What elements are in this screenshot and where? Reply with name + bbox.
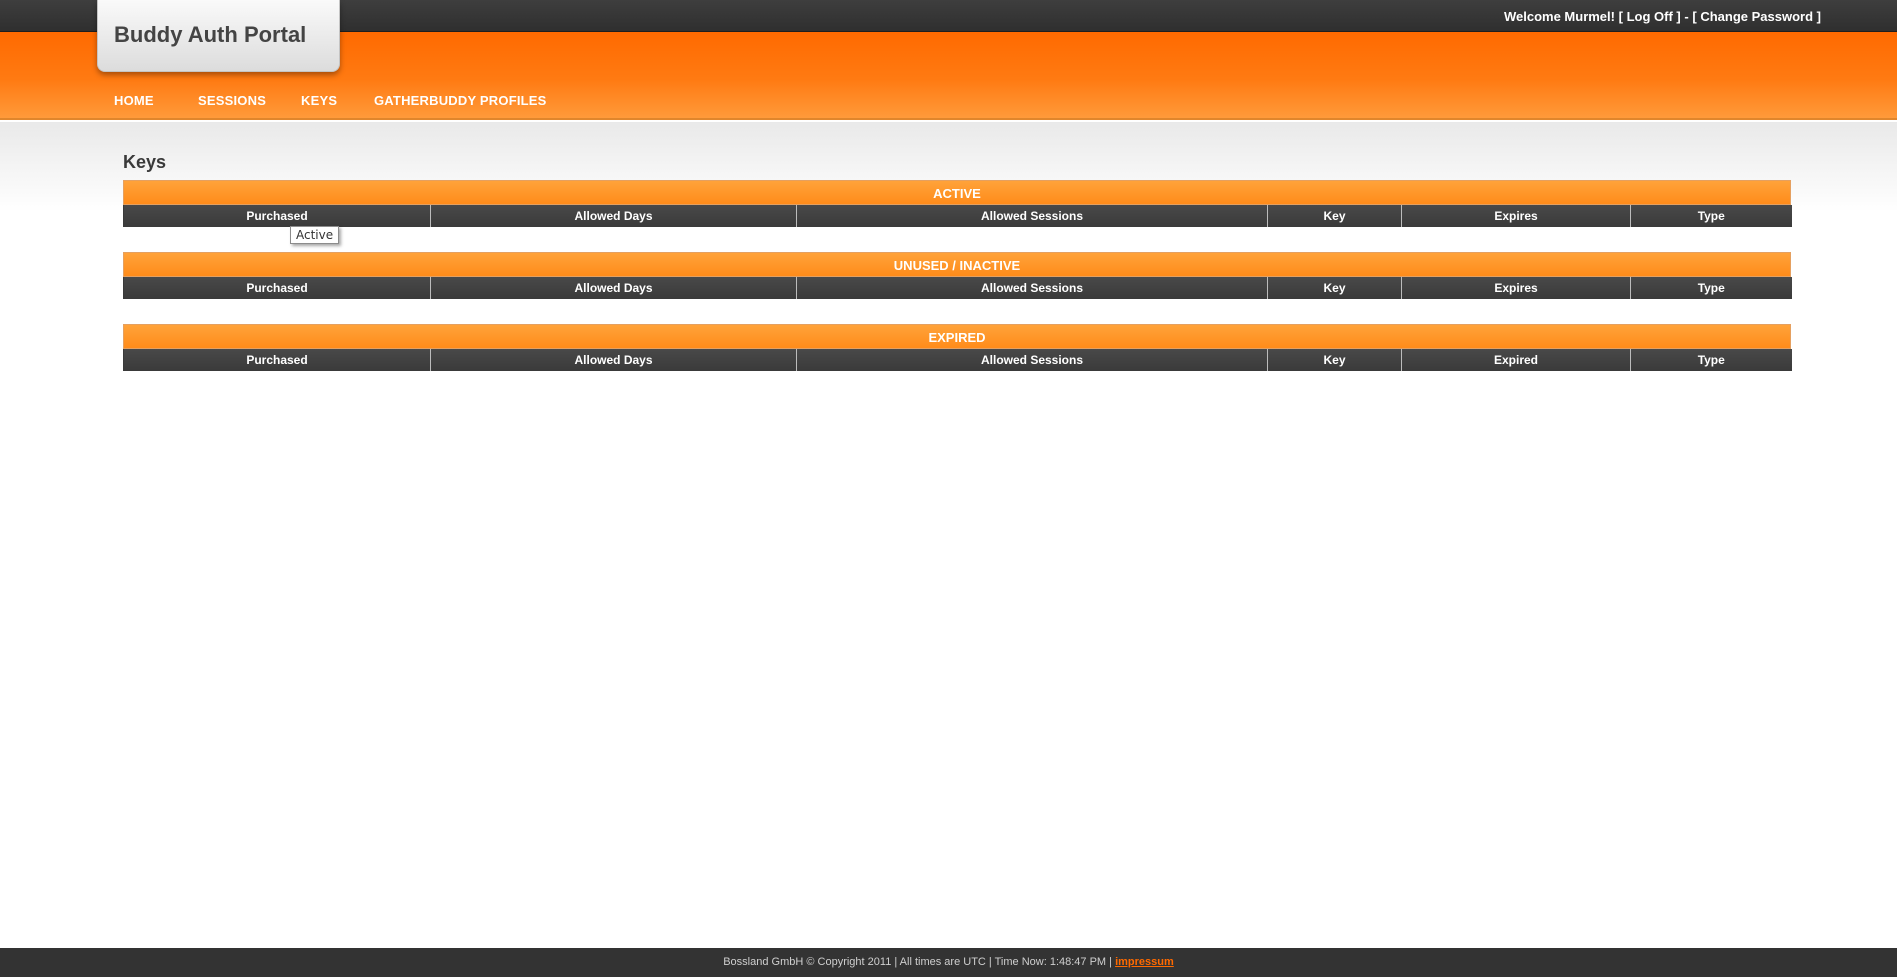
logo-tab[interactable]: Buddy Auth Portal — [97, 0, 340, 72]
column-header-expires[interactable]: Expires — [1401, 277, 1631, 299]
column-header-key[interactable]: Key — [1267, 205, 1402, 227]
page-title: Keys — [123, 152, 167, 172]
column-header-expired[interactable]: Expired — [1401, 349, 1631, 371]
table-header-row: Purchased Allowed Days Allowed Sessions … — [123, 277, 1792, 299]
welcome-text: Welcome Murmel! — [1503, 9, 1615, 24]
change-password-bracket-close: ] — [1816, 9, 1821, 24]
page: Welcome Murmel! [ Log Off ] - [ Change P… — [0, 0, 1897, 977]
column-header-expires[interactable]: Expires — [1401, 205, 1631, 227]
main-content: Keys ACTIVE Purchased Allowed Days Allow… — [123, 150, 1792, 396]
expired-keys-table: Purchased Allowed Days Allowed Sessions … — [123, 349, 1792, 371]
app-title: Buddy Auth Portal — [114, 22, 307, 47]
nav-gatherbuddy-profiles[interactable]: GATHERBUDDY PROFILES — [374, 93, 547, 111]
log-off-bracket-close: ] — [1676, 9, 1681, 24]
section-title-unused: UNUSED / INACTIVE — [123, 252, 1791, 277]
column-header-purchased[interactable]: Purchased — [123, 349, 431, 371]
impressum-link[interactable]: impressum — [1115, 956, 1174, 968]
log-off-link[interactable]: Log Off — [1627, 9, 1673, 24]
log-off-bracket-open: [ — [1618, 9, 1623, 24]
column-header-allowed-sessions[interactable]: Allowed Sessions — [796, 349, 1268, 371]
column-header-type[interactable]: Type — [1630, 205, 1792, 227]
column-header-type[interactable]: Type — [1630, 349, 1792, 371]
column-header-allowed-days[interactable]: Allowed Days — [430, 205, 797, 227]
unused-keys-table: Purchased Allowed Days Allowed Sessions … — [123, 277, 1792, 299]
user-bar-separator: - — [1684, 9, 1689, 24]
column-header-allowed-days[interactable]: Allowed Days — [430, 277, 797, 299]
nav-sessions[interactable]: SESSIONS — [198, 93, 301, 111]
section-title-active: ACTIVE — [123, 180, 1791, 205]
change-password-link[interactable]: Change Password — [1700, 9, 1813, 24]
main-nav: HOME SESSIONS KEYS GATHERBUDDY PROFILES — [114, 93, 547, 111]
column-header-purchased[interactable]: Purchased — [123, 277, 431, 299]
user-bar: Welcome Murmel! [ Log Off ] - [ Change P… — [1504, 9, 1821, 24]
section-title-expired: EXPIRED — [123, 324, 1791, 349]
footer-text: Bossland GmbH © Copyright 2011 | All tim… — [723, 956, 1113, 968]
expired-keys-section: EXPIRED Purchased Allowed Days Allowed S… — [123, 324, 1792, 371]
column-header-allowed-sessions[interactable]: Allowed Sessions — [796, 277, 1268, 299]
column-header-key[interactable]: Key — [1267, 277, 1402, 299]
table-header-row: Purchased Allowed Days Allowed Sessions … — [123, 349, 1792, 371]
nav-home[interactable]: HOME — [114, 93, 198, 111]
active-keys-section: ACTIVE Purchased Allowed Days Allowed Se… — [123, 180, 1792, 227]
column-header-type[interactable]: Type — [1630, 277, 1792, 299]
tooltip: Active — [290, 226, 340, 244]
column-header-allowed-sessions[interactable]: Allowed Sessions — [796, 205, 1268, 227]
column-header-allowed-days[interactable]: Allowed Days — [430, 349, 797, 371]
footer: Bossland GmbH © Copyright 2011 | All tim… — [0, 948, 1897, 977]
nav-keys[interactable]: KEYS — [301, 93, 374, 111]
column-header-key[interactable]: Key — [1267, 349, 1402, 371]
column-header-purchased[interactable]: Purchased — [123, 205, 431, 227]
unused-keys-section: UNUSED / INACTIVE Purchased Allowed Days… — [123, 252, 1792, 299]
change-password-bracket-open: [ — [1692, 9, 1697, 24]
active-keys-table: Purchased Allowed Days Allowed Sessions … — [123, 205, 1792, 227]
table-header-row: Purchased Allowed Days Allowed Sessions … — [123, 205, 1792, 227]
